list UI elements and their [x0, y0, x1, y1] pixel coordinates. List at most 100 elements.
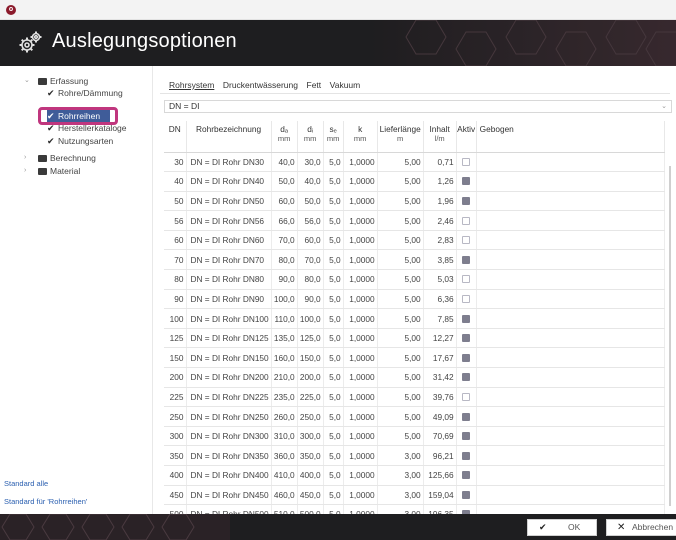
table-row[interactable]: 250 DN = DI Rohr DN250 260,0 250,0 5,0 1,0000…	[164, 406, 665, 427]
cell-gebogen[interactable]	[476, 347, 665, 369]
table-row[interactable]: 30 DN = DI Rohr DN30 40,0 30,0 5,0 1,0000 5,00…	[164, 152, 665, 173]
cell-di[interactable]: 60,0	[297, 230, 324, 251]
cell-k[interactable]: 1,0000	[343, 152, 378, 173]
table-row[interactable]: 56 DN = DI Rohr DN56 66,0 56,0 5,0 1,0000 5,00…	[164, 210, 665, 231]
cell-s[interactable]: 5,0	[323, 308, 344, 329]
cell-da[interactable]: 40,0	[271, 152, 298, 173]
aktiv-checkbox[interactable]	[462, 451, 471, 460]
col-header-dn[interactable]: DN	[164, 121, 187, 153]
table-row[interactable]: 70 DN = DI Rohr DN70 80,0 70,0 5,0 1,0000 5,00…	[164, 249, 665, 271]
aktiv-checkbox[interactable]	[462, 392, 471, 401]
cell-lieferlaenge[interactable]: 3,00	[377, 465, 424, 486]
cell-rohrbezeichnung[interactable]: DN = DI Rohr DN225	[186, 387, 272, 408]
cell-dn[interactable]: 450	[164, 485, 187, 506]
cell-k[interactable]: 1,0000	[343, 230, 378, 251]
cell-gebogen[interactable]	[476, 269, 665, 290]
cell-dn[interactable]: 300	[164, 426, 187, 447]
cell-dn[interactable]: 50	[164, 191, 187, 212]
cell-k[interactable]: 1,0000	[343, 367, 378, 388]
cell-s[interactable]: 5,0	[323, 387, 344, 408]
cell-rohrbezeichnung[interactable]: DN = DI Rohr DN150	[186, 347, 272, 369]
cell-inhalt[interactable]: 39,76	[423, 387, 457, 408]
cell-di[interactable]: 300,0	[297, 426, 324, 447]
cell-da[interactable]: 66,0	[271, 210, 298, 231]
cell-inhalt[interactable]: 1,26	[423, 171, 457, 192]
aktiv-checkbox[interactable]	[462, 314, 471, 323]
cell-k[interactable]: 1,0000	[343, 445, 378, 466]
cell-s[interactable]: 5,0	[323, 289, 344, 310]
cell-k[interactable]: 1,0000	[343, 308, 378, 329]
cell-di[interactable]: 56,0	[297, 210, 324, 231]
aktiv-checkbox[interactable]	[462, 334, 471, 343]
cell-lieferlaenge[interactable]: 5,00	[377, 249, 424, 271]
cell-s[interactable]: 5,0	[323, 249, 344, 271]
cell-inhalt[interactable]: 1,96	[423, 191, 457, 212]
cell-gebogen[interactable]	[476, 171, 665, 192]
ok-button[interactable]: ✔ OK	[527, 519, 597, 536]
aktiv-checkbox[interactable]	[462, 255, 471, 264]
tab-fett[interactable]: Fett	[307, 80, 322, 90]
cell-s[interactable]: 5,0	[323, 152, 344, 173]
cell-rohrbezeichnung[interactable]: DN = DI Rohr DN125	[186, 328, 272, 349]
cell-lieferlaenge[interactable]: 5,00	[377, 152, 424, 173]
col-header-inhalt[interactable]: Inhalt l/m	[423, 121, 457, 153]
cell-dn[interactable]: 400	[164, 465, 187, 486]
table-row[interactable]: 50 DN = DI Rohr DN50 60,0 50,0 5,0 1,0000 5,00…	[164, 191, 665, 212]
cell-dn[interactable]: 90	[164, 289, 187, 310]
cell-rohrbezeichnung[interactable]: DN = DI Rohr DN90	[186, 289, 272, 310]
cell-di[interactable]: 50,0	[297, 191, 324, 212]
cell-gebogen[interactable]	[476, 406, 665, 427]
cell-lieferlaenge[interactable]: 5,00	[377, 269, 424, 290]
cell-s[interactable]: 5,0	[323, 445, 344, 466]
cell-di[interactable]: 40,0	[297, 171, 324, 192]
cell-lieferlaenge[interactable]: 5,00	[377, 367, 424, 388]
aktiv-checkbox[interactable]	[462, 216, 471, 225]
cell-da[interactable]: 260,0	[271, 406, 298, 427]
cell-inhalt[interactable]: 49,09	[423, 406, 457, 427]
aktiv-checkbox[interactable]	[462, 373, 471, 382]
cell-da[interactable]: 235,0	[271, 387, 298, 408]
cell-s[interactable]: 5,0	[323, 406, 344, 427]
tab-rohrsystem[interactable]: Rohrsystem	[169, 80, 214, 90]
tree-item-nutzungsarten[interactable]: ✔ Nutzungsarten	[47, 135, 113, 147]
cell-s[interactable]: 5,0	[323, 210, 344, 231]
cell-k[interactable]: 1,0000	[343, 426, 378, 447]
table-row[interactable]: 80 DN = DI Rohr DN80 90,0 80,0 5,0 1,0000 5,00…	[164, 269, 665, 290]
table-row[interactable]: 40 DN = DI Rohr DN40 50,0 40,0 5,0 1,0000 5,00…	[164, 171, 665, 192]
aktiv-checkbox[interactable]	[462, 412, 471, 421]
cell-di[interactable]: 90,0	[297, 289, 324, 310]
aktiv-checkbox[interactable]	[462, 157, 471, 166]
cell-lieferlaenge[interactable]: 5,00	[377, 406, 424, 427]
cell-di[interactable]: 30,0	[297, 152, 324, 173]
cell-gebogen[interactable]	[476, 191, 665, 212]
cell-rohrbezeichnung[interactable]: DN = DI Rohr DN200	[186, 367, 272, 388]
cell-lieferlaenge[interactable]: 5,00	[377, 426, 424, 447]
cell-rohrbezeichnung[interactable]: DN = DI Rohr DN70	[186, 249, 272, 271]
cell-rohrbezeichnung[interactable]: DN = DI Rohr DN400	[186, 465, 272, 486]
aktiv-checkbox[interactable]	[462, 275, 471, 284]
cell-lieferlaenge[interactable]: 3,00	[377, 445, 424, 466]
cell-dn[interactable]: 350	[164, 445, 187, 466]
cell-gebogen[interactable]	[476, 445, 665, 466]
cell-gebogen[interactable]	[476, 210, 665, 231]
cell-s[interactable]: 5,0	[323, 465, 344, 486]
cell-lieferlaenge[interactable]: 5,00	[377, 387, 424, 408]
chevron-down-icon[interactable]: ⌄	[24, 75, 30, 87]
cell-dn[interactable]: 150	[164, 347, 187, 369]
cell-da[interactable]: 100,0	[271, 289, 298, 310]
tree-item-erfassung[interactable]: ⌄ Erfassung	[24, 75, 88, 87]
cell-gebogen[interactable]	[476, 387, 665, 408]
cell-lieferlaenge[interactable]: 5,00	[377, 171, 424, 192]
table-row[interactable]: 350 DN = DI Rohr DN350 360,0 350,0 5,0 1,0000…	[164, 445, 665, 466]
cell-dn[interactable]: 56	[164, 210, 187, 231]
vertical-scrollbar[interactable]	[669, 166, 671, 506]
cell-di[interactable]: 200,0	[297, 367, 324, 388]
cell-s[interactable]: 5,0	[323, 485, 344, 506]
cell-dn[interactable]: 225	[164, 387, 187, 408]
cell-dn[interactable]: 125	[164, 328, 187, 349]
cell-k[interactable]: 1,0000	[343, 328, 378, 349]
cell-s[interactable]: 5,0	[323, 269, 344, 290]
table-row[interactable]: 450 DN = DI Rohr DN450 460,0 450,0 5,0 1,0000…	[164, 485, 665, 506]
cell-k[interactable]: 1,0000	[343, 210, 378, 231]
cell-inhalt[interactable]: 12,27	[423, 328, 457, 349]
